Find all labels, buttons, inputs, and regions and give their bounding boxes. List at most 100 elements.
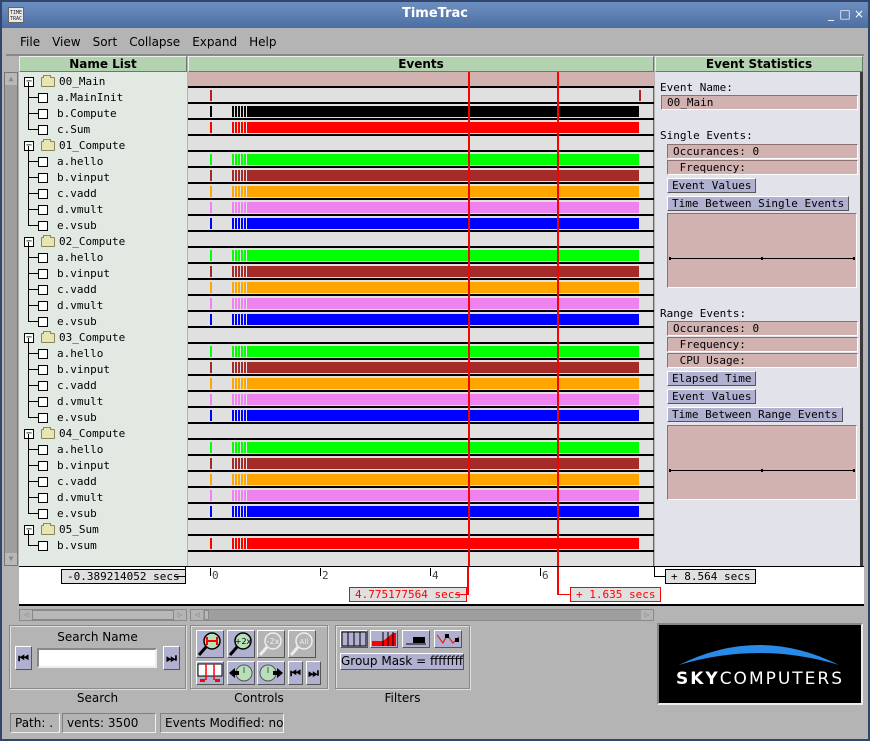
events-horizontal-scrollbar[interactable]: ◁ ▷ bbox=[190, 609, 654, 621]
name-list-header[interactable]: Name List bbox=[19, 56, 187, 72]
event-checkbox[interactable] bbox=[38, 109, 48, 119]
tree-leaf-row[interactable]: e.vsub bbox=[19, 402, 187, 426]
minimize-button[interactable]: _ bbox=[824, 7, 838, 21]
event-checkbox[interactable] bbox=[38, 189, 48, 199]
event-range-bar[interactable] bbox=[248, 106, 639, 117]
filter-histogram-button[interactable] bbox=[370, 630, 398, 648]
tree-leaf-row[interactable]: e.vsub bbox=[19, 210, 187, 234]
event-checkbox[interactable] bbox=[38, 541, 48, 551]
tree-group-row[interactable]: −02_Compute bbox=[19, 234, 187, 250]
name-list-horizontal-scrollbar[interactable]: ◁ ▷ bbox=[19, 609, 187, 621]
event-checkbox[interactable] bbox=[38, 397, 48, 407]
event-checkbox[interactable] bbox=[38, 493, 48, 503]
menu-view[interactable]: View bbox=[46, 30, 86, 54]
filter-range-button[interactable] bbox=[402, 630, 430, 648]
events-panel[interactable] bbox=[188, 72, 654, 566]
event-checkbox[interactable] bbox=[38, 301, 48, 311]
events-scroll-left-arrow-icon[interactable]: ◁ bbox=[191, 610, 203, 620]
tree-leaf-row[interactable]: e.vsub bbox=[19, 306, 187, 330]
event-range-bar[interactable] bbox=[248, 282, 639, 293]
name-list-vertical-scrollbar[interactable]: ▲ ▼ bbox=[4, 72, 18, 566]
tree-leaf-row[interactable]: c.vadd bbox=[19, 274, 187, 298]
close-button[interactable]: × bbox=[852, 7, 866, 21]
go-to-start-button[interactable]: ⏮ bbox=[288, 661, 303, 685]
event-checkbox[interactable] bbox=[38, 125, 48, 135]
zoom-selection-button[interactable] bbox=[196, 630, 224, 658]
menu-sort[interactable]: Sort bbox=[87, 30, 124, 54]
filter-vertical-lines-button[interactable] bbox=[340, 630, 368, 648]
tree-leaf-row[interactable]: b.vinput bbox=[19, 162, 187, 186]
event-row[interactable] bbox=[188, 472, 654, 488]
tree-leaf-row[interactable]: a.hello bbox=[19, 434, 187, 458]
event-row[interactable] bbox=[188, 168, 654, 184]
time-back-button[interactable] bbox=[227, 661, 255, 685]
tree-leaf-row[interactable]: c.Sum bbox=[19, 114, 187, 138]
scroll-left-arrow-icon[interactable]: ◁ bbox=[20, 610, 32, 620]
tree-leaf-row[interactable]: b.vinput bbox=[19, 354, 187, 378]
search-name-input[interactable] bbox=[37, 648, 157, 668]
name-list-scroll-thumb[interactable] bbox=[32, 610, 174, 620]
tree-leaf-row[interactable]: b.vsum bbox=[19, 530, 187, 554]
event-row[interactable] bbox=[188, 344, 654, 360]
menu-file[interactable]: File bbox=[14, 30, 46, 54]
event-checkbox[interactable] bbox=[38, 157, 48, 167]
menu-help[interactable]: Help bbox=[243, 30, 282, 54]
event-range-bar[interactable] bbox=[248, 410, 639, 421]
event-checkbox[interactable] bbox=[38, 445, 48, 455]
event-row[interactable] bbox=[188, 120, 654, 136]
tree-leaf-row[interactable]: d.vmult bbox=[19, 386, 187, 410]
events-header[interactable]: Events bbox=[188, 56, 654, 72]
tree-leaf-row[interactable]: e.vsub bbox=[19, 498, 187, 522]
event-range-bar[interactable] bbox=[248, 362, 639, 373]
event-row[interactable] bbox=[188, 88, 654, 104]
event-statistics-header[interactable]: Event Statistics bbox=[655, 56, 863, 72]
event-row[interactable] bbox=[188, 72, 654, 88]
event-range-bar[interactable] bbox=[248, 346, 639, 357]
search-next-button[interactable]: ⏭ bbox=[163, 646, 180, 670]
event-row[interactable] bbox=[188, 536, 654, 552]
event-checkbox[interactable] bbox=[38, 477, 48, 487]
single-event-values-button[interactable]: Event Values bbox=[667, 178, 757, 193]
event-range-bar[interactable] bbox=[248, 442, 639, 453]
time-axis[interactable]: -0.389214052 secs + 8.564 secs 4.7751775… bbox=[19, 566, 864, 606]
tree-leaf-row[interactable]: c.vadd bbox=[19, 370, 187, 394]
event-row[interactable] bbox=[188, 408, 654, 424]
event-checkbox[interactable] bbox=[38, 253, 48, 263]
event-row[interactable] bbox=[188, 392, 654, 408]
event-row[interactable] bbox=[188, 328, 654, 344]
menu-expand[interactable]: Expand bbox=[186, 30, 243, 54]
event-checkbox[interactable] bbox=[38, 317, 48, 327]
event-row[interactable] bbox=[188, 296, 654, 312]
go-to-end-button[interactable]: ⏭ bbox=[306, 661, 321, 685]
event-range-bar[interactable] bbox=[248, 474, 639, 485]
scroll-right-arrow-icon[interactable]: ▷ bbox=[174, 610, 186, 620]
tree-leaf-row[interactable]: c.vadd bbox=[19, 178, 187, 202]
zoom-out-2x-button[interactable]: -2x bbox=[257, 630, 285, 658]
events-scroll-right-arrow-icon[interactable]: ▷ bbox=[641, 610, 653, 620]
tree-leaf-row[interactable]: d.vmult bbox=[19, 482, 187, 506]
tree-group-row[interactable]: −01_Compute bbox=[19, 138, 187, 154]
event-checkbox[interactable] bbox=[38, 173, 48, 183]
event-range-bar[interactable] bbox=[248, 122, 639, 133]
event-range-bar[interactable] bbox=[248, 538, 639, 549]
event-row[interactable] bbox=[188, 488, 654, 504]
time-cursor-2[interactable] bbox=[557, 72, 559, 605]
event-range-bar[interactable] bbox=[248, 218, 639, 229]
event-row[interactable] bbox=[188, 248, 654, 264]
event-range-bar[interactable] bbox=[248, 394, 639, 405]
event-checkbox[interactable] bbox=[38, 93, 48, 103]
event-row[interactable] bbox=[188, 520, 654, 536]
event-row[interactable] bbox=[188, 280, 654, 296]
filter-transitions-button[interactable] bbox=[434, 630, 462, 648]
tree-leaf-row[interactable]: b.Compute bbox=[19, 98, 187, 122]
tree-leaf-row[interactable]: b.vinput bbox=[19, 258, 187, 282]
time-between-range-events-button[interactable]: Time Between Range Events bbox=[667, 407, 843, 422]
event-range-bar[interactable] bbox=[248, 202, 639, 213]
tree-leaf-row[interactable]: a.hello bbox=[19, 338, 187, 362]
event-row[interactable] bbox=[188, 312, 654, 328]
event-checkbox[interactable] bbox=[38, 365, 48, 375]
event-row[interactable] bbox=[188, 504, 654, 520]
event-row[interactable] bbox=[188, 264, 654, 280]
event-row[interactable] bbox=[188, 136, 654, 152]
event-checkbox[interactable] bbox=[38, 509, 48, 519]
